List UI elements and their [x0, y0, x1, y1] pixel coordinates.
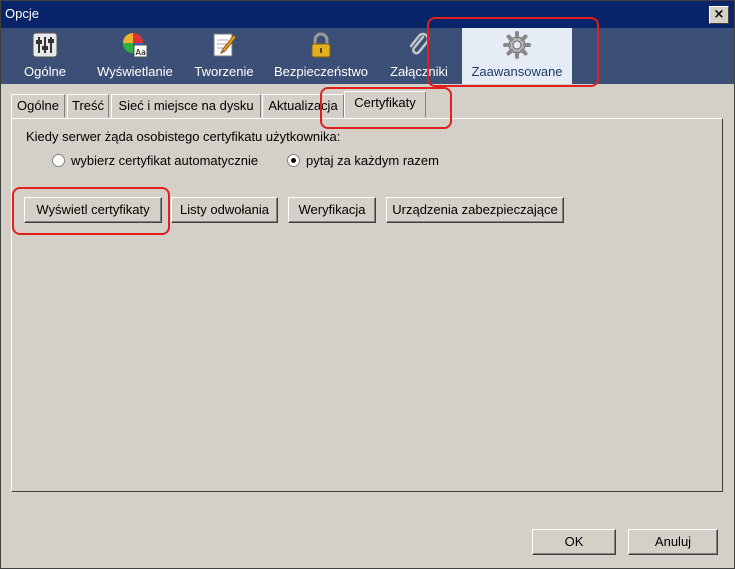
color-wheel-icon: Aa: [123, 33, 148, 58]
svg-text:Aa: Aa: [136, 48, 146, 57]
toolbar-label: Załączniki: [390, 64, 448, 79]
paperclip-icon: [409, 32, 430, 55]
certificates-panel: Kiedy serwer żąda osobistego certyfikatu…: [11, 118, 723, 492]
radio-auto-label: wybierz certyfikat automatycznie: [71, 153, 259, 168]
toolbar-item-composition[interactable]: Tworzenie: [189, 28, 259, 84]
radio-ask-indicator[interactable]: [287, 154, 300, 167]
title-bar[interactable]: Opcje ×: [1, 1, 734, 28]
radio-ask-label: pytaj za każdym razem: [306, 153, 439, 168]
close-button[interactable]: ×: [709, 6, 729, 24]
radio-auto-select[interactable]: wybierz certyfikat automatycznie: [52, 153, 258, 168]
toolbar-label: Wyświetlanie: [97, 64, 173, 79]
sliders-icon: [32, 32, 58, 58]
tab-updates[interactable]: Aktualizacja: [262, 94, 344, 118]
view-certificates-button[interactable]: Wyświetl certyfikaty: [24, 197, 162, 223]
verification-button[interactable]: Weryfikacja: [288, 197, 376, 223]
toolbar-item-display[interactable]: Aa Wyświetlanie: [89, 28, 181, 84]
radio-auto-indicator[interactable]: [52, 154, 65, 167]
toolbar-item-security[interactable]: Bezpieczeństwo: [269, 28, 373, 84]
toolbar-item-attachments[interactable]: Załączniki: [385, 28, 453, 84]
window-title: Opcje: [5, 6, 39, 21]
tab-content[interactable]: Treść: [67, 94, 109, 118]
ok-button[interactable]: OK: [532, 529, 616, 555]
tab-certificates[interactable]: Certyfikaty: [344, 91, 426, 118]
pencil-note-icon: [213, 33, 237, 57]
radio-ask-every-time[interactable]: pytaj za każdym razem: [287, 153, 439, 168]
toolbar-label: Ogólne: [24, 64, 66, 79]
gear-icon: [503, 31, 531, 59]
security-devices-button[interactable]: Urządzenia zabezpieczające: [386, 197, 564, 223]
toolbar-label: Zaawansowane: [471, 64, 563, 79]
tab-general[interactable]: Ogólne: [11, 94, 65, 118]
toolbar-item-advanced[interactable]: Zaawansowane: [462, 28, 572, 84]
category-toolbar: Ogólne Aa Wyświetlanie Tworzenie Bezpiec…: [1, 28, 734, 84]
toolbar-label: Bezpieczeństwo: [274, 64, 368, 79]
padlock-icon: [311, 32, 331, 58]
toolbar-label: Tworzenie: [194, 64, 254, 79]
revocation-lists-button[interactable]: Listy odwołania: [171, 197, 278, 223]
toolbar-item-general[interactable]: Ogólne: [15, 28, 75, 84]
tab-network-disk[interactable]: Sieć i miejsce na dysku: [111, 94, 261, 118]
cancel-button[interactable]: Anuluj: [628, 529, 718, 555]
certificate-request-prompt: Kiedy serwer żąda osobistego certyfikatu…: [26, 129, 341, 144]
options-window: Opcje × Ogólne Aa Wyświetlanie Tworzenie…: [0, 0, 735, 569]
